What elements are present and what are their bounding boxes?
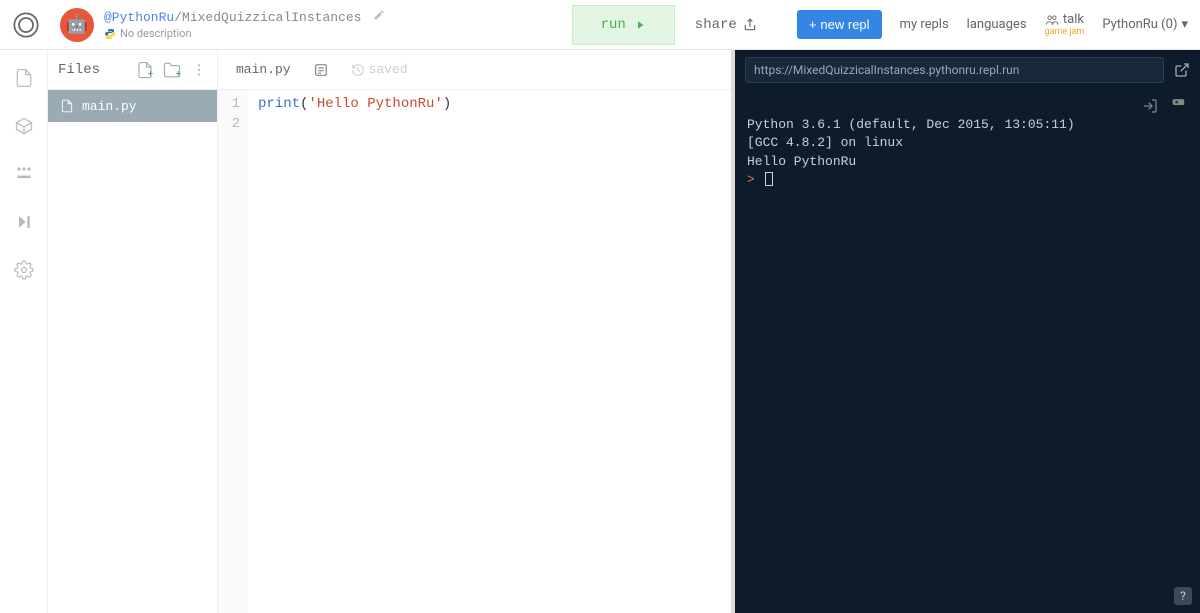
editor-panel: main.py saved 1 2 print('Hello PythonRu'… xyxy=(218,50,731,613)
python-icon xyxy=(104,28,116,40)
settings-icon[interactable] xyxy=(14,260,34,280)
files-title: Files xyxy=(58,62,126,78)
user-menu[interactable]: PythonRu (0) ▾ xyxy=(1102,17,1188,32)
code-area[interactable]: print('Hello PythonRu') xyxy=(248,90,731,613)
nav-my-repls[interactable]: my repls xyxy=(900,17,949,32)
files-header: Files + + xyxy=(48,50,217,90)
line-gutter: 1 2 xyxy=(218,90,248,613)
replit-logo-icon[interactable] xyxy=(12,11,40,39)
files-panel: Files + + main.py xyxy=(48,50,218,613)
run-button-label: run xyxy=(601,17,626,33)
term-line: Hello PythonRu xyxy=(747,154,856,169)
nav-talk[interactable]: talk game jam xyxy=(1045,12,1085,37)
nav-languages[interactable]: languages xyxy=(967,17,1027,32)
repl-path: @PythonRu/MixedQuizzicalInstances xyxy=(104,9,385,25)
line-number: 2 xyxy=(218,114,240,134)
people-icon xyxy=(1045,13,1059,27)
file-item-label: main.py xyxy=(82,99,137,114)
code-line xyxy=(258,114,731,134)
editor-body[interactable]: 1 2 print('Hello PythonRu') xyxy=(218,90,731,613)
console-panel: https://MixedQuizzicalInstances.pythonru… xyxy=(735,50,1200,613)
repl-url-box[interactable]: https://MixedQuizzicalInstances.pythonru… xyxy=(745,57,1164,83)
path-separator: / xyxy=(174,10,182,25)
format-icon[interactable] xyxy=(313,62,329,78)
new-file-icon[interactable]: + xyxy=(136,59,154,80)
term-line: [GCC 4.8.2] on linux xyxy=(747,135,903,150)
owner-avatar[interactable]: 🤖 xyxy=(60,8,94,42)
icon-sidebar xyxy=(0,50,48,613)
user-menu-label: PythonRu (0) xyxy=(1102,17,1177,32)
run-button[interactable]: run xyxy=(572,5,675,45)
main-body: Files + + main.py main.py saved 1 2 pri xyxy=(0,50,1200,613)
edit-name-icon[interactable] xyxy=(373,10,385,25)
share-button-label: share xyxy=(695,17,737,33)
description-text: No description xyxy=(120,27,192,40)
term-line: Python 3.6.1 (default, Dec 2015, 13:05:1… xyxy=(747,117,1075,132)
chevron-down-icon: ▾ xyxy=(1181,17,1188,32)
run-panel-icon[interactable] xyxy=(14,212,34,232)
play-icon xyxy=(634,19,646,31)
repl-info: @PythonRu/MixedQuizzicalInstances No des… xyxy=(104,9,385,40)
terminal-output[interactable]: Python 3.6.1 (default, Dec 2015, 13:05:1… xyxy=(735,90,1200,613)
project-name: MixedQuizzicalInstances xyxy=(182,10,361,25)
file-item-main[interactable]: main.py xyxy=(48,90,217,122)
editor-tab-main[interactable]: main.py xyxy=(228,58,299,81)
files-more-icon[interactable] xyxy=(191,62,207,78)
saved-indicator: saved xyxy=(351,62,408,77)
file-doc-icon xyxy=(60,99,74,113)
plus-icon: + xyxy=(809,17,817,32)
line-number: 1 xyxy=(218,94,240,114)
share-button[interactable]: share xyxy=(695,17,757,33)
owner-link[interactable]: @PythonRu xyxy=(104,10,174,25)
new-repl-button[interactable]: + new repl xyxy=(797,10,882,39)
history-icon xyxy=(351,63,365,77)
nav-talk-label: talk xyxy=(1063,12,1084,27)
repl-description-row: No description xyxy=(104,27,385,40)
nav-talk-sublabel: game jam xyxy=(1045,27,1085,37)
saved-label: saved xyxy=(369,62,408,77)
new-folder-icon[interactable]: + xyxy=(163,59,181,80)
term-prompt: > xyxy=(747,172,755,187)
repl-url-text: https://MixedQuizzicalInstances.pythonru… xyxy=(754,63,1019,77)
code-line: print('Hello PythonRu') xyxy=(258,94,731,114)
editor-tabs: main.py saved xyxy=(218,50,731,90)
console-toolbar: https://MixedQuizzicalInstances.pythonru… xyxy=(735,50,1200,90)
help-button[interactable]: ? xyxy=(1174,587,1192,605)
open-external-icon[interactable] xyxy=(1174,62,1190,78)
file-icon[interactable] xyxy=(14,68,34,88)
share-icon xyxy=(743,18,757,32)
new-repl-label: new repl xyxy=(820,17,869,32)
package-icon[interactable] xyxy=(14,116,34,136)
debugger-icon[interactable] xyxy=(14,164,34,184)
terminal-cursor xyxy=(765,172,773,186)
top-header: 🤖 @PythonRu/MixedQuizzicalInstances No d… xyxy=(0,0,1200,50)
